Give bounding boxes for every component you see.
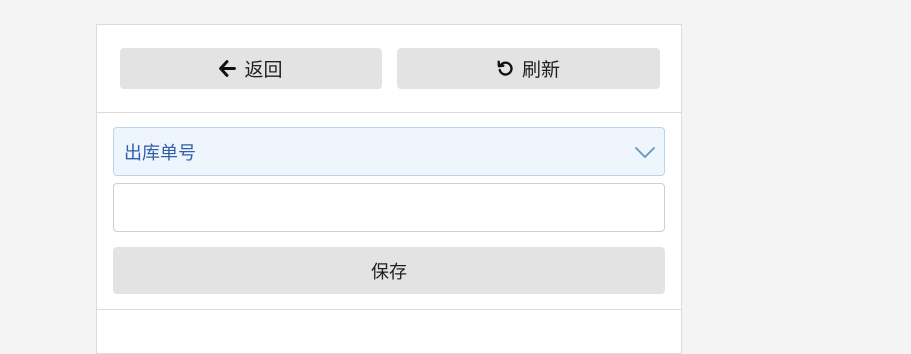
refresh-label: 刷新 bbox=[521, 59, 560, 81]
chevron-down-icon bbox=[634, 141, 656, 168]
rotate-ccw-icon bbox=[497, 60, 514, 77]
back-label: 返回 bbox=[244, 59, 283, 81]
back-button[interactable]: 返回 bbox=[120, 48, 382, 89]
save-label: 保存 bbox=[371, 261, 407, 283]
top-toolbar: 返回 刷新 bbox=[97, 25, 681, 113]
main-panel: 返回 刷新 出库单号 保存 bbox=[96, 24, 682, 354]
order-number-select-label: 出库单号 bbox=[124, 142, 196, 164]
form-section: 出库单号 保存 bbox=[97, 112, 681, 310]
order-number-select[interactable]: 出库单号 bbox=[113, 127, 665, 176]
order-input[interactable] bbox=[113, 183, 665, 232]
arrow-left-icon bbox=[219, 60, 237, 77]
save-button[interactable]: 保存 bbox=[113, 247, 665, 294]
refresh-button[interactable]: 刷新 bbox=[397, 48, 660, 89]
